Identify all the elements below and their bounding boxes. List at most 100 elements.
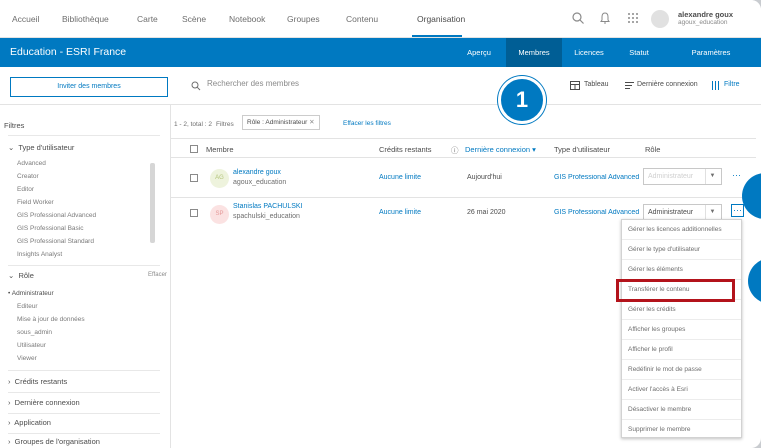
nav-notebook[interactable]: Notebook: [229, 14, 265, 24]
more-actions-button[interactable]: ···: [731, 204, 744, 217]
bell-icon[interactable]: [598, 11, 612, 25]
user-avatar[interactable]: [651, 10, 669, 28]
avatar: SP: [210, 205, 229, 224]
menu-item-manage-addon-licenses[interactable]: Gérer les licences additionnelles: [622, 220, 741, 240]
filter-user-type-option[interactable]: Insights Analyst: [17, 251, 62, 258]
tab-licences[interactable]: Licences: [562, 38, 616, 67]
section-credits[interactable]: › Crédits restants: [8, 377, 67, 386]
nav-bibliotheque[interactable]: Bibliothèque: [62, 14, 109, 24]
column-user-type[interactable]: Type d'utilisateur: [554, 145, 610, 154]
credits-value[interactable]: Aucune limite: [379, 174, 421, 181]
user-type-section[interactable]: ⌄ Type d'utilisateur: [8, 143, 74, 152]
role-section[interactable]: ⌄ Rôle: [8, 271, 34, 280]
column-credits[interactable]: Crédits restants: [379, 145, 432, 154]
menu-item-reset-password[interactable]: Redéfinir le mot de passe: [622, 360, 741, 380]
top-navigation: Accueil Bibliothèque Carte Scène Noteboo…: [0, 0, 761, 38]
user-name[interactable]: alexandre goux: [678, 10, 733, 19]
menu-item-manage-credits[interactable]: Gérer les crédits: [622, 300, 741, 320]
member-actions-menu: Gérer les licences additionnelles Gérer …: [621, 219, 742, 438]
column-role[interactable]: Rôle: [645, 145, 660, 154]
filter-role-option[interactable]: Utilisateur: [17, 342, 46, 349]
invite-members-button[interactable]: Inviter des membres: [10, 77, 168, 97]
filter-user-type-option[interactable]: GIS Professional Standard: [17, 238, 94, 245]
filter-role-option[interactable]: Viewer: [17, 355, 37, 362]
filter-button[interactable]: Filtre: [724, 81, 740, 88]
select-all-checkbox[interactable]: [190, 145, 198, 153]
filter-user-type-option[interactable]: Field Worker: [17, 199, 54, 206]
filter-user-type-option[interactable]: GIS Professional Basic: [17, 225, 83, 232]
section-org-groups[interactable]: › Groupes de l'organisation: [8, 437, 100, 446]
user-handle: agoux_education: [678, 19, 728, 26]
clear-filters-link[interactable]: Effacer les filtres: [343, 120, 391, 127]
filter-user-type-option[interactable]: Creator: [17, 173, 39, 180]
menu-item-manage-items[interactable]: Gérer les éléments: [622, 260, 741, 280]
active-nav-indicator: [412, 35, 462, 37]
member-name-link[interactable]: alexandre goux: [233, 169, 281, 176]
members-toolbar: Inviter des membres Rechercher des membr…: [0, 67, 761, 105]
filter-user-type-option[interactable]: GIS Professional Advanced: [17, 212, 96, 219]
nav-scene[interactable]: Scène: [182, 14, 206, 24]
apps-grid-icon[interactable]: [626, 11, 640, 25]
divider: [8, 392, 160, 393]
nav-accueil[interactable]: Accueil: [12, 14, 39, 24]
filters-title: Filtres: [4, 121, 25, 130]
user-type-heading: Type d'utilisateur: [18, 143, 75, 152]
app-window: Accueil Bibliothèque Carte Scène Noteboo…: [0, 0, 761, 448]
filter-user-type-option[interactable]: Editor: [17, 186, 34, 193]
role-clear-link[interactable]: Effacer: [148, 272, 167, 278]
highlight-box: [616, 279, 735, 302]
column-member[interactable]: Membre: [206, 145, 234, 154]
user-type-link[interactable]: GIS Professional Advanced: [554, 209, 639, 216]
table-view-button[interactable]: Tableau: [584, 81, 609, 88]
tab-statut[interactable]: Statut: [616, 38, 662, 67]
divider: [8, 433, 160, 434]
info-icon[interactable]: ⓘ: [451, 145, 459, 156]
section-application[interactable]: › Application: [8, 418, 51, 427]
last-login-value: Aujourd'hui: [467, 174, 502, 181]
user-type-scrollbar[interactable]: [150, 163, 155, 243]
column-last-login[interactable]: Dernière connexion ▾: [465, 145, 536, 154]
member-name-link[interactable]: Stanislas PACHULSKI: [233, 203, 303, 210]
filter-role-option-selected[interactable]: • Administrateur: [8, 290, 54, 297]
role-select: Administrateur ▼: [643, 168, 722, 185]
user-type-link[interactable]: GIS Professional Advanced: [554, 174, 639, 181]
sort-icon: [625, 82, 634, 89]
filter-role-option[interactable]: Editeur: [17, 303, 38, 310]
organization-bar: Education - ESRI France Aperçu Membres L…: [0, 38, 761, 67]
filter-role-option[interactable]: sous_admin: [17, 329, 52, 336]
result-count: 1 - 2, total : 2: [174, 121, 212, 128]
menu-item-disable-member[interactable]: Désactiver le membre: [622, 400, 741, 420]
tab-membres[interactable]: Membres: [506, 38, 562, 67]
role-heading: Rôle: [18, 271, 34, 280]
menu-item-enable-esri-access[interactable]: Activer l'accès à Esri: [622, 380, 741, 400]
nav-groupes[interactable]: Groupes: [287, 14, 320, 24]
divider: [8, 370, 160, 371]
filter-user-type-option[interactable]: Advanced: [17, 160, 46, 167]
search-icon[interactable]: [571, 11, 585, 25]
menu-item-view-groups[interactable]: Afficher les groupes: [622, 320, 741, 340]
menu-item-manage-user-type[interactable]: Gérer le type d'utilisateur: [622, 240, 741, 260]
filters-sidebar: Filtres ⌄ Type d'utilisateur Advanced Cr…: [0, 105, 170, 448]
sort-button[interactable]: Dernière connexion: [637, 81, 698, 88]
nav-organisation[interactable]: Organisation: [417, 14, 465, 24]
divider: [171, 138, 756, 139]
nav-carte[interactable]: Carte: [137, 14, 158, 24]
row-checkbox[interactable]: [190, 209, 198, 217]
last-login-value: 26 mai 2020: [467, 209, 506, 216]
menu-item-delete-member[interactable]: Supprimer le membre: [622, 420, 741, 440]
role-filter-chip[interactable]: Rôle : Administrateur ✕: [242, 115, 320, 130]
credits-value[interactable]: Aucune limite: [379, 209, 421, 216]
search-icon: [191, 81, 201, 91]
chip-close-icon[interactable]: ✕: [309, 119, 314, 126]
section-last-login[interactable]: › Dernière connexion: [8, 398, 80, 407]
member-handle: agoux_education: [233, 179, 287, 186]
row-checkbox[interactable]: [190, 174, 198, 182]
member-search-input[interactable]: Rechercher des membres: [207, 79, 299, 88]
avatar: AG: [210, 169, 229, 188]
filter-role-option[interactable]: Mise à jour de données: [17, 316, 85, 323]
tab-apercu[interactable]: Aperçu: [452, 38, 506, 67]
tab-parametres[interactable]: Paramètres: [676, 38, 746, 67]
menu-item-view-profile[interactable]: Afficher le profil: [622, 340, 741, 360]
nav-contenu[interactable]: Contenu: [346, 14, 378, 24]
more-actions-button[interactable]: ···: [732, 170, 741, 180]
